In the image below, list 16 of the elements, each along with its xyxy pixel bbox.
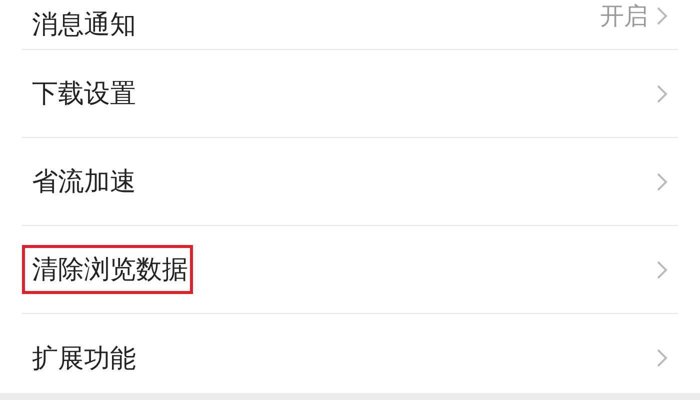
chevron-right-icon <box>656 172 668 192</box>
setting-label: 扩展功能 <box>31 342 137 376</box>
highlighted-setting-label: 清除浏览数据 <box>22 245 193 294</box>
chevron-right-icon <box>656 260 668 280</box>
settings-row[interactable]: 清除浏览数据 <box>22 226 678 314</box>
setting-label: 省流加速 <box>31 166 137 199</box>
settings-row[interactable]: 消息通知 开启 <box>22 0 678 50</box>
settings-row[interactable]: 下载设置 <box>22 50 678 138</box>
chevron-right-icon <box>656 348 668 368</box>
chevron-right-icon <box>656 6 668 26</box>
setting-label: 下载设置 <box>31 78 137 111</box>
settings-row[interactable]: 扩展功能 <box>22 314 678 400</box>
chevron-right-icon <box>656 84 668 104</box>
setting-label: 消息通知 <box>31 9 137 42</box>
setting-value: 开启 <box>600 1 648 32</box>
settings-row[interactable]: 省流加速 <box>22 138 678 226</box>
